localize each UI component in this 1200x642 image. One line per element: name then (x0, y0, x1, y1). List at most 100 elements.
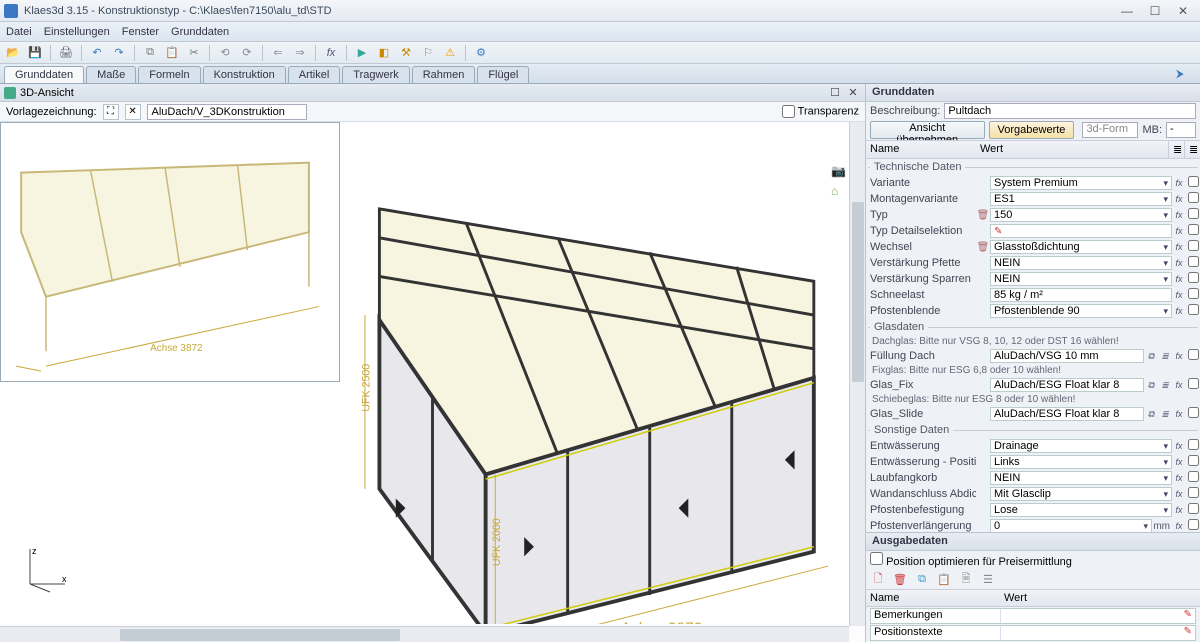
settings-icon[interactable]: ⚙ (472, 44, 490, 62)
fx-icon[interactable]: fx (1172, 258, 1186, 268)
prop-checkbox[interactable] (1188, 208, 1199, 219)
prop-checkbox[interactable] (1188, 519, 1199, 530)
undo-icon[interactable]: ↶ (88, 44, 106, 62)
link-back-icon[interactable]: ⟲ (216, 44, 234, 62)
fx-icon[interactable]: fx (1172, 457, 1186, 467)
mini-view[interactable]: Achse 3872 (0, 122, 340, 382)
prop-value[interactable]: Drainage (990, 439, 1172, 453)
panel-close-button[interactable]: ✕ (845, 86, 861, 100)
prop-checkbox[interactable] (1188, 192, 1199, 203)
tab-masse[interactable]: Maße (86, 66, 136, 83)
tab-konstruktion[interactable]: Konstruktion (203, 66, 286, 83)
prop-checkbox[interactable] (1188, 288, 1199, 299)
tab-artikel[interactable]: Artikel (288, 66, 341, 83)
viewport-3d[interactable]: Achse 3872 Tiefe 3000 UFK 2000 UFK 2500 (0, 122, 865, 624)
fx-icon[interactable]: fx (1172, 306, 1186, 316)
prop-value[interactable]: NEIN (990, 272, 1172, 286)
out-del-icon[interactable]: 🗑 (892, 571, 908, 587)
transparency-checkbox[interactable]: Transparenz (782, 105, 859, 118)
col-sort2-icon[interactable]: ≣ (1184, 141, 1200, 158)
template-clear-button[interactable]: ✕ (125, 104, 141, 120)
prop-value[interactable]: 0 (990, 519, 1152, 532)
output-row[interactable]: Positionstexte✎ (870, 625, 1196, 641)
arrow-left-icon[interactable]: ⇐ (269, 44, 287, 62)
panel-restore-button[interactable]: ☐ (827, 86, 843, 100)
template-expand-button[interactable]: ⛶ (103, 104, 119, 120)
prop-checkbox[interactable] (1188, 439, 1199, 450)
tab-fluegel[interactable]: Flügel (477, 66, 529, 83)
copy-icon[interactable]: ⧉ (141, 44, 159, 62)
prop-value[interactable]: Pfostenblende 90 (990, 304, 1172, 318)
ansicht-button[interactable]: Ansicht übernehmen (870, 121, 985, 139)
fx-icon[interactable]: fx (1172, 242, 1186, 252)
minimize-button[interactable]: — (1114, 2, 1140, 20)
paste-icon[interactable]: 📋 (163, 44, 181, 62)
output-row[interactable]: Bemerkungen✎ (870, 608, 1196, 624)
out-doc-icon[interactable]: 🗎 (958, 571, 974, 587)
prop-checkbox[interactable] (1188, 304, 1199, 315)
fx-icon[interactable]: fx (1172, 210, 1186, 220)
delete-icon[interactable]: 🗑 (976, 210, 990, 221)
scrollbar-horizontal[interactable] (0, 626, 849, 642)
close-button[interactable]: ✕ (1170, 2, 1196, 20)
col-sort1-icon[interactable]: ≣ (1168, 141, 1184, 158)
fx-icon[interactable]: fx (1172, 473, 1186, 483)
prop-checkbox[interactable] (1188, 224, 1199, 235)
warn-icon[interactable]: ⚠ (441, 44, 459, 62)
vorgabe-button[interactable]: Vorgabewerte (989, 121, 1075, 139)
out-copy-icon[interactable]: ⧉ (914, 571, 930, 587)
prop-checkbox[interactable] (1188, 487, 1199, 498)
prop-checkbox[interactable] (1188, 256, 1199, 267)
fx-icon[interactable]: fx (322, 44, 340, 62)
fx-icon[interactable]: fx (1172, 351, 1186, 361)
link-fwd-icon[interactable]: ⟳ (238, 44, 256, 62)
maximize-button[interactable]: ☐ (1142, 2, 1168, 20)
tab-grunddaten[interactable]: Grunddaten (4, 66, 84, 83)
redo-icon[interactable]: ↷ (110, 44, 128, 62)
col-wert[interactable]: Wert (976, 141, 1168, 158)
prop-value[interactable]: System Premium (990, 176, 1172, 190)
optimize-checkbox[interactable]: Position optimieren für Preisermittlung (870, 552, 1072, 568)
mb-combo[interactable]: - (1166, 122, 1196, 138)
fx-icon[interactable]: fx (1172, 226, 1186, 236)
delete-icon[interactable]: 🗑 (976, 242, 990, 253)
prop-checkbox[interactable] (1188, 176, 1199, 187)
beschreibung-field[interactable] (944, 103, 1196, 119)
vp-home-icon[interactable]: ⌂ (831, 184, 845, 198)
out-list-icon[interactable]: ☰ (980, 571, 996, 587)
menu-grunddaten[interactable]: Grunddaten (171, 26, 229, 38)
prop-value[interactable]: Mit Glasclip (990, 487, 1172, 501)
tab-collapse-icon[interactable]: ⮞ (1166, 66, 1194, 83)
open-icon[interactable]: 📂 (4, 44, 22, 62)
menu-fenster[interactable]: Fenster (122, 26, 159, 38)
prop-checkbox[interactable] (1188, 272, 1199, 283)
out-paste-icon[interactable]: 📋 (936, 571, 952, 587)
prop-value[interactable]: NEIN (990, 471, 1172, 485)
view-3d-combo[interactable]: 3d-Form (1082, 122, 1138, 138)
vp-camera-icon[interactable]: 📷 (831, 164, 845, 178)
tool-icon[interactable]: ⚒ (397, 44, 415, 62)
col-name[interactable]: Name (866, 141, 976, 158)
prop-checkbox[interactable] (1188, 455, 1199, 466)
fx-icon[interactable]: fx (1172, 178, 1186, 188)
out-new-icon[interactable]: 🗋 (870, 571, 886, 587)
prop-value[interactable]: 150 (990, 208, 1172, 222)
tab-tragwerk[interactable]: Tragwerk (342, 66, 409, 83)
arrow-right-icon[interactable]: ⇒ (291, 44, 309, 62)
prop-checkbox[interactable] (1188, 503, 1199, 514)
fx-icon[interactable]: fx (1172, 521, 1186, 531)
save-icon[interactable]: 💾 (26, 44, 44, 62)
print-icon[interactable]: 🖨 (57, 44, 75, 62)
cut-icon[interactable]: ✂ (185, 44, 203, 62)
fx-icon[interactable]: fx (1172, 290, 1186, 300)
scrollbar-vertical[interactable] (849, 122, 865, 626)
box-icon[interactable]: ◧ (375, 44, 393, 62)
menu-einstellungen[interactable]: Einstellungen (44, 26, 110, 38)
prop-value[interactable]: Glasstoßdichtung (990, 240, 1172, 254)
tab-formeln[interactable]: Formeln (138, 66, 200, 83)
prop-value[interactable]: ES1 (990, 192, 1172, 206)
prop-value[interactable]: Links (990, 455, 1172, 469)
fx-icon[interactable]: fx (1172, 505, 1186, 515)
prop-checkbox[interactable] (1188, 471, 1199, 482)
prop-value[interactable]: 85 kg / m² (990, 288, 1172, 302)
